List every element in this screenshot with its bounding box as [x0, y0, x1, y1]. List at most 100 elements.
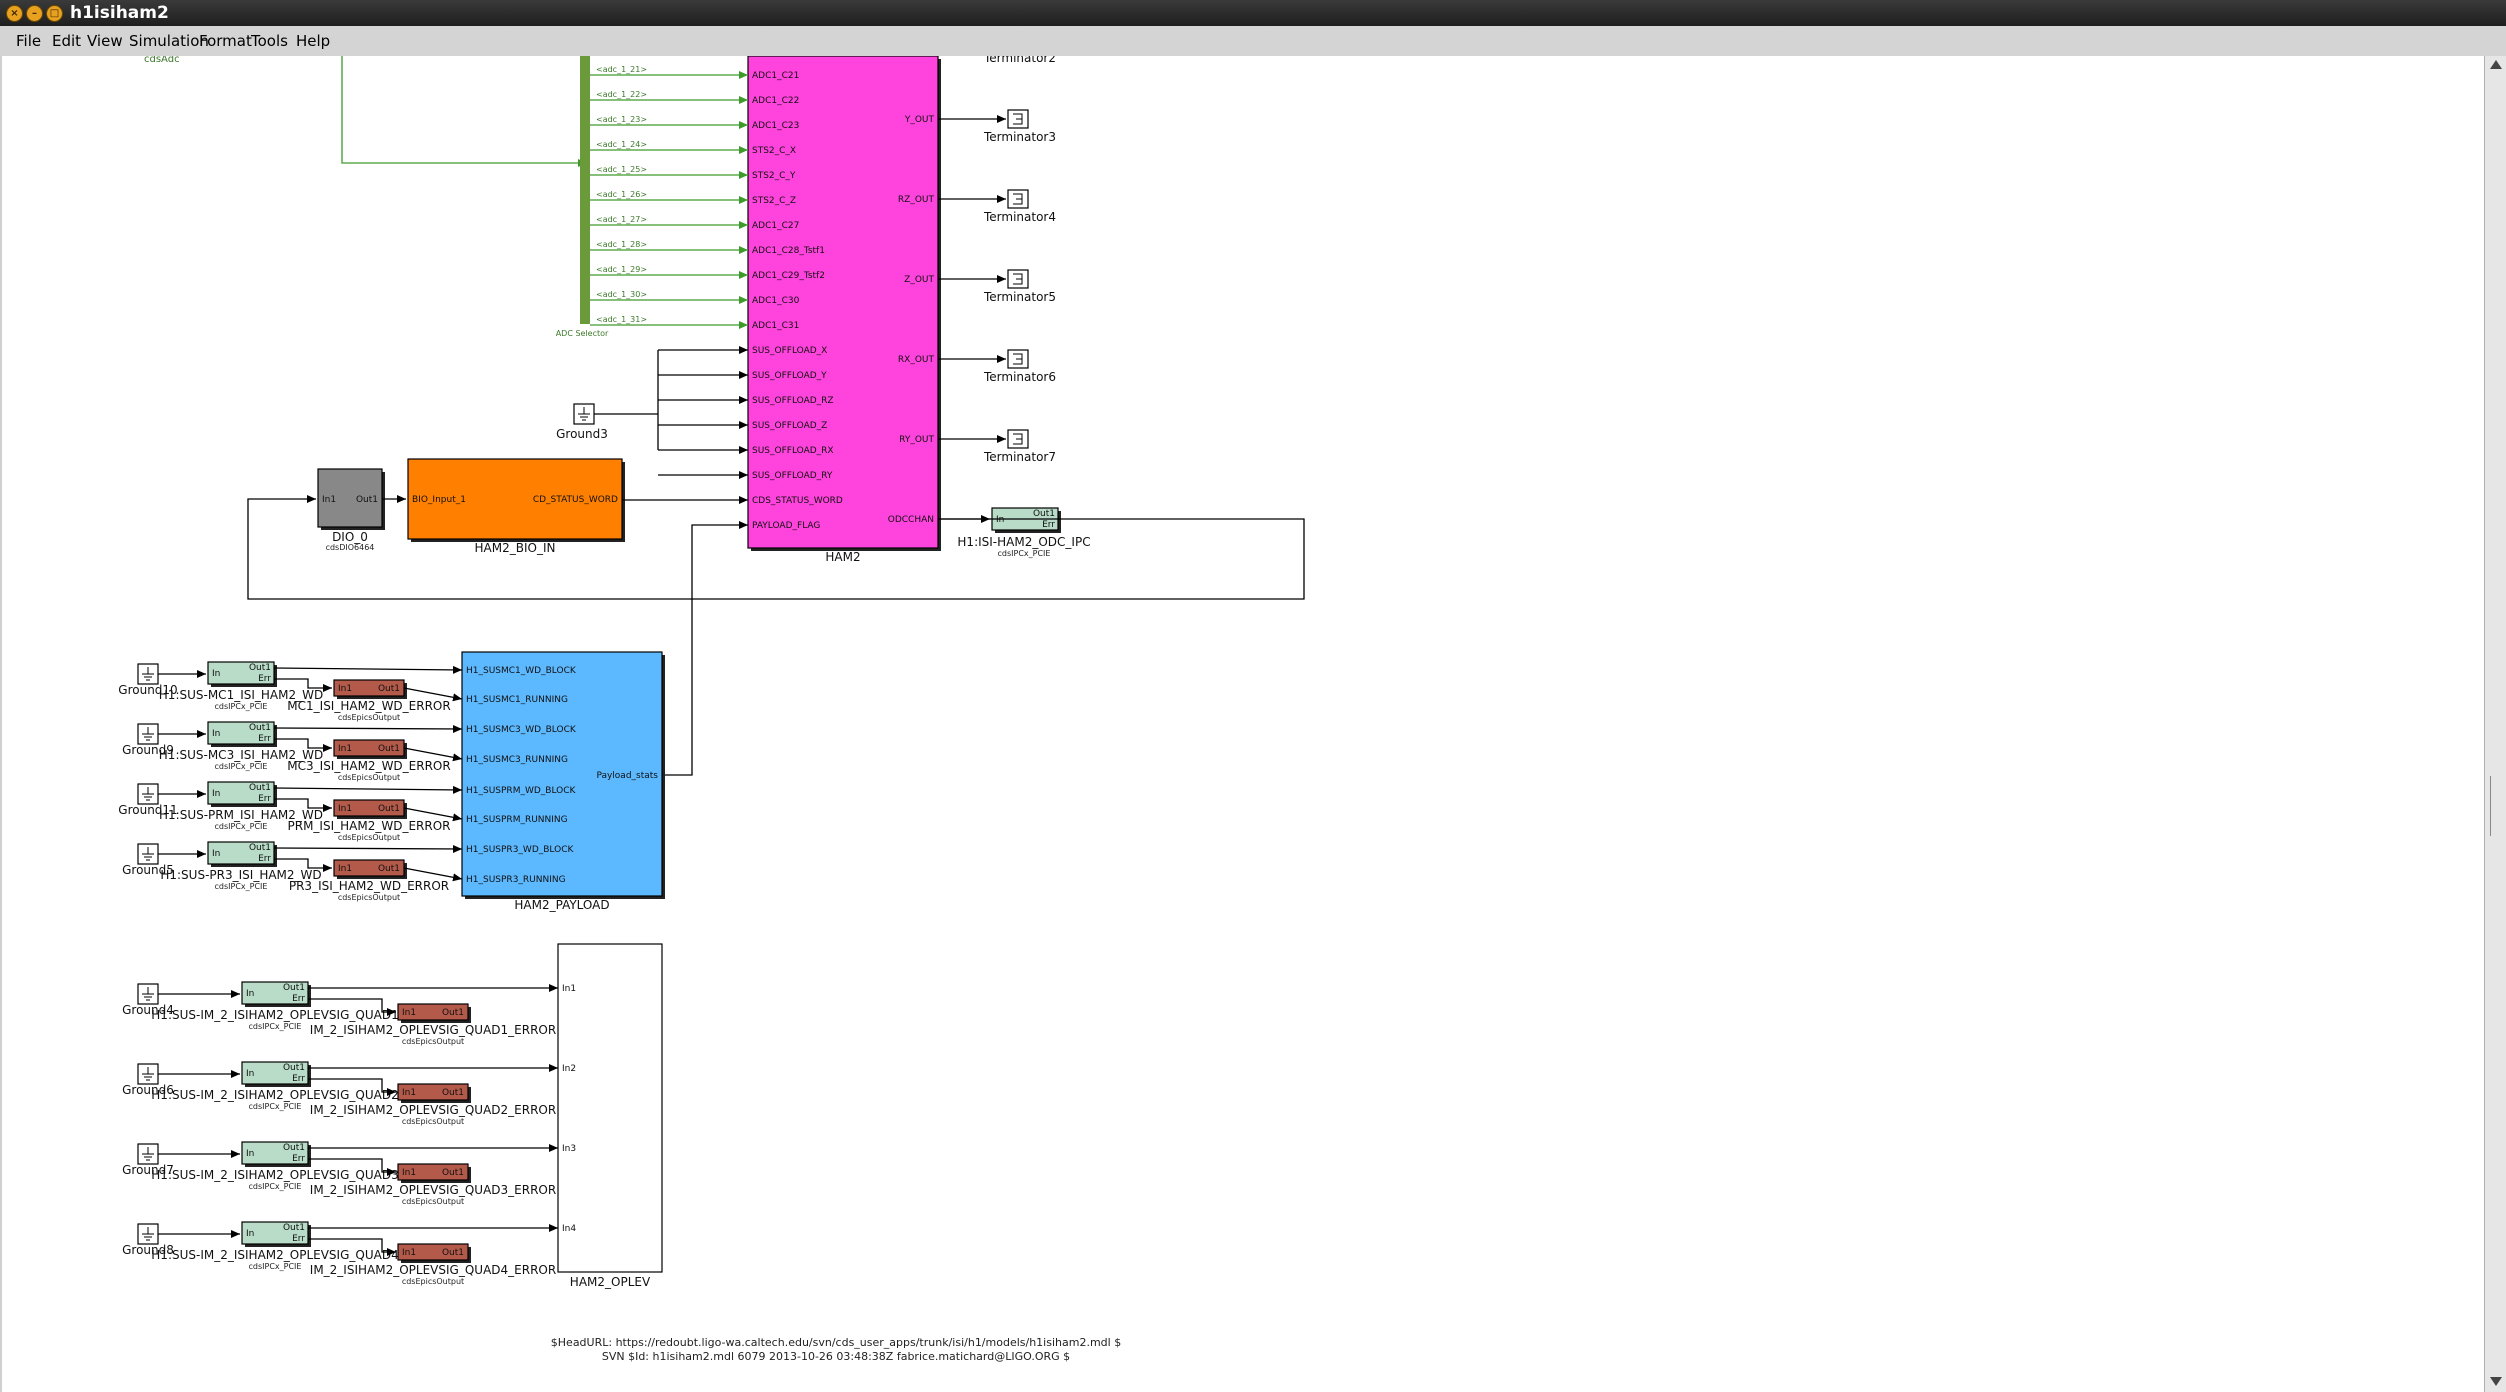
payload-ipc-block-sublabel: cdsIPCx_PCIE — [215, 882, 268, 891]
maximize-window-icon[interactable]: □ — [46, 5, 63, 22]
menu-edit[interactable]: Edit — [52, 32, 81, 50]
terminator-icon[interactable] — [1007, 349, 1029, 369]
payload-ground-icon[interactable] — [137, 723, 159, 745]
payload-input-port: H1_SUSPR3_RUNNING — [466, 875, 566, 885]
payload-ground-icon[interactable] — [137, 783, 159, 805]
oplev-ipc-block-port-out1: Out1 — [283, 1063, 305, 1073]
ipc-out-wire — [273, 785, 463, 794]
payload-ipc-block-port-out1: Out1 — [249, 783, 271, 793]
payload-output-port: Payload_stats — [596, 771, 658, 781]
payload-ipc-block-port-out1: Out1 — [249, 843, 271, 853]
close-window-icon[interactable]: × — [6, 5, 23, 22]
payload-ipc-block-port-err: Err — [258, 674, 271, 684]
oplev-ground-icon[interactable] — [137, 983, 159, 1005]
oplev-epics-block-port-out: Out1 — [442, 1088, 464, 1098]
terminator-label: Terminator6 — [983, 370, 1056, 384]
ipc-err-wire — [274, 678, 332, 692]
oplev-epics-block-port-out: Out1 — [442, 1168, 464, 1178]
ground3-label: Ground3 — [556, 427, 608, 441]
adc-signal-label: <adc_1_21> — [596, 65, 647, 74]
ipc-out-wire — [273, 844, 463, 853]
terminator-icon[interactable] — [1007, 189, 1029, 209]
menu-simulation[interactable]: Simulation — [129, 32, 209, 50]
dio-sublabel: cdsDIO6464 — [326, 543, 375, 552]
adc-selector-bar — [580, 56, 590, 324]
payload-ground-icon[interactable] — [137, 663, 159, 685]
adc-signal-label: <adc_1_30> — [596, 290, 647, 299]
payload-input-port: H1_SUSMC3_WD_BLOCK — [466, 725, 577, 735]
ham2-output-port: ODCCHAN — [888, 515, 934, 525]
menu-tools[interactable]: Tools — [251, 32, 288, 50]
terminator2-label: Terminator2 — [983, 56, 1056, 65]
oplev-ipc-block-port-err: Err — [292, 1074, 305, 1084]
payload-epics-block-label: MC1_ISI_HAM2_WD_ERROR — [287, 699, 450, 713]
ipc-out-wire — [273, 724, 463, 733]
oplev-ipc-block-port-out1: Out1 — [283, 1143, 305, 1153]
ham2-input-port: SUS_OFFLOAD_RZ — [752, 396, 834, 406]
adc-signal-label: <adc_1_26> — [596, 190, 647, 199]
payload-epics-block-port-in: In1 — [338, 864, 352, 874]
cdsadc-label: cdsAdc — [144, 56, 180, 65]
adc-signal-label: <adc_1_22> — [596, 90, 647, 99]
oplev-ground-icon[interactable] — [137, 1063, 159, 1085]
menu-file[interactable]: File — [16, 32, 41, 50]
payload-epics-block-label: PRM_ISI_HAM2_WD_ERROR — [288, 819, 451, 833]
scroll-up-icon[interactable] — [2490, 60, 2502, 69]
ham2-output-port: RZ_OUT — [898, 195, 935, 205]
payload-label: HAM2_PAYLOAD — [514, 898, 609, 912]
oplev-input-port: In2 — [562, 1064, 576, 1074]
oplev-epics-block-sublabel: cdsEpicsOutput — [402, 1197, 464, 1206]
oplev-epics-block-sublabel: cdsEpicsOutput — [402, 1277, 464, 1286]
oplev-ground-icon[interactable] — [137, 1223, 159, 1245]
ipc-err-wire — [274, 798, 332, 812]
terminator-label: Terminator3 — [983, 130, 1056, 144]
scroll-down-icon[interactable] — [2490, 1377, 2502, 1386]
vertical-scrollbar[interactable] — [2484, 56, 2506, 1392]
adc-signal-label: <adc_1_25> — [596, 165, 647, 174]
oplev-ipc-block-port-out1: Out1 — [283, 1223, 305, 1233]
odc-label: H1:ISI-HAM2_ODC_IPC — [957, 535, 1090, 549]
ham2-input-port: SUS_OFFLOAD_RY — [752, 471, 833, 481]
ham2-input-port: STS2_C_X — [752, 146, 796, 156]
bio-port-out: CD_STATUS_WORD — [533, 495, 618, 505]
ipc-err-wire — [274, 738, 332, 752]
adc-signal-label: <adc_1_24> — [596, 140, 647, 149]
ham2-input-port: ADC1_C31 — [752, 321, 799, 331]
payload-epics-block-sublabel: cdsEpicsOutput — [338, 893, 400, 902]
terminator-icon[interactable] — [1007, 429, 1029, 449]
oplev-epics-block-label: IM_2_ISIHAM2_OPLEVSIG_QUAD3_ERROR — [310, 1183, 556, 1197]
menu-help[interactable]: Help — [296, 32, 330, 50]
oplev-ground-icon[interactable] — [137, 1143, 159, 1165]
payload-epics-block-sublabel: cdsEpicsOutput — [338, 713, 400, 722]
oplev-label: HAM2_OPLEV — [570, 1275, 651, 1289]
oplev-input-port: In4 — [562, 1224, 576, 1234]
oplev-epics-block-label: IM_2_ISIHAM2_OPLEVSIG_QUAD4_ERROR — [310, 1263, 556, 1277]
oplev-epics-block-port-in: In1 — [402, 1088, 416, 1098]
ground3-icon[interactable] — [573, 403, 595, 425]
terminator-icon[interactable] — [1007, 269, 1029, 289]
payload-epics-block-sublabel: cdsEpicsOutput — [338, 833, 400, 842]
oplev-ipc-block-sublabel: cdsIPCx_PCIE — [249, 1102, 302, 1111]
oplev-ipc-block-label: H1:SUS-IM_2_ISIHAM2_OPLEVSIG_QUAD4 — [151, 1248, 398, 1262]
payload-ipc-block-sublabel: cdsIPCx_PCIE — [215, 762, 268, 771]
svn-id: SVN $Id: h1isiham2.mdl 6079 2013-10-26 0… — [602, 1350, 1070, 1363]
payload-ipc-block-port-in: In — [212, 669, 220, 679]
epics-out-wire — [403, 687, 463, 702]
model-canvas[interactable]: cdsAdc Terminator2 ADC Selector HAM2 ADC1_C2… — [0, 56, 2486, 1392]
payload-epics-block-port-out: Out1 — [378, 864, 400, 874]
terminator-label: Terminator4 — [983, 210, 1056, 224]
payload-epics-block-port-in: In1 — [338, 684, 352, 694]
payload-ground-icon[interactable] — [137, 843, 159, 865]
ham2-input-port: ADC1_C23 — [752, 121, 799, 131]
menu-format[interactable]: Format — [199, 32, 252, 50]
oplev-ipc-block-port-out1: Out1 — [283, 983, 305, 993]
oplev-epics-block-port-in: In1 — [402, 1248, 416, 1258]
dio-label: DIO_0 — [332, 530, 368, 544]
terminator-icon[interactable] — [1007, 109, 1029, 129]
ham2-label: HAM2 — [825, 550, 860, 564]
minimize-window-icon[interactable]: – — [26, 5, 43, 22]
adc-selector-label: ADC Selector — [556, 329, 609, 338]
ham2-input-port: ADC1_C29_Tstf2 — [752, 271, 825, 281]
scrollbar-thumb[interactable] — [2490, 776, 2501, 836]
menu-view[interactable]: View — [87, 32, 123, 50]
